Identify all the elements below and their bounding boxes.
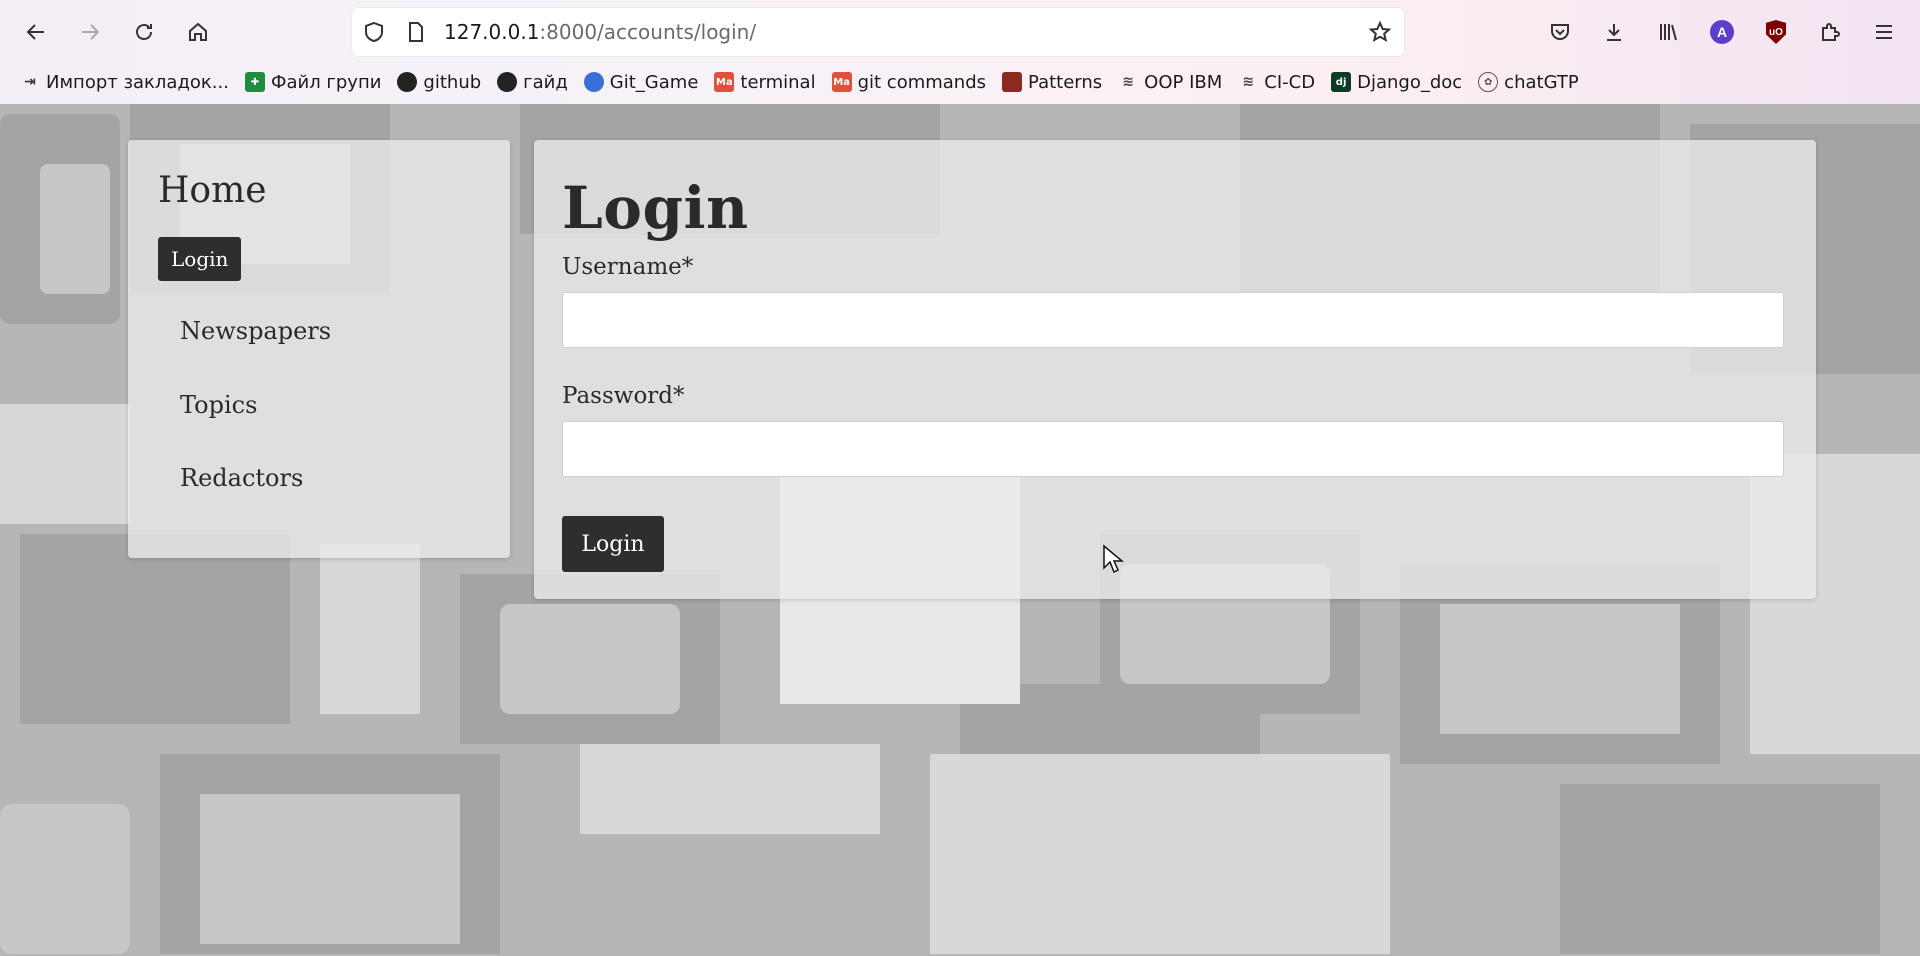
bookmark-label: Django_doc	[1357, 71, 1463, 93]
bookmarks-bar: ⇥ Импорт закладок... ✚ Файл групи github…	[14, 68, 1589, 96]
hamburger-icon	[1876, 25, 1892, 39]
username-input[interactable]	[562, 292, 1784, 348]
sidebar: Home Login Newspapers Topics Redactors	[128, 140, 510, 558]
github-icon	[397, 72, 418, 92]
bookmark-import[interactable]: ⇥ Импорт закладок...	[14, 68, 235, 96]
bookmark-label: Patterns	[1028, 71, 1103, 93]
github-icon	[497, 72, 518, 92]
arrow-right-icon	[82, 24, 100, 40]
username-label: Username*	[562, 254, 694, 280]
reload-button[interactable]	[122, 10, 166, 54]
nav-link-redactors[interactable]: Redactors	[180, 464, 303, 492]
password-label: Password*	[562, 383, 685, 409]
ibm-icon: ≋	[1242, 74, 1255, 90]
bookmark-label: OOP IBM	[1144, 71, 1223, 93]
login-panel: Login Username* Password* Login	[534, 140, 1816, 599]
page-title: Login	[562, 174, 749, 242]
ma-icon: Ma	[714, 72, 735, 92]
menu-button[interactable]	[1862, 10, 1906, 54]
shield-icon[interactable]	[362, 20, 386, 44]
library-button[interactable]	[1646, 10, 1690, 54]
browser-chrome: 127.0.0.1:8000/accounts/login/ A uO ⇥ Им…	[0, 0, 1920, 105]
bookmark-label: chatGTP	[1504, 71, 1579, 93]
bookmark-oop-ibm[interactable]: ≋ OOP IBM	[1112, 68, 1228, 96]
ublock-icon: uO	[1766, 20, 1786, 44]
account-button[interactable]: A	[1700, 10, 1744, 54]
mouse-cursor-icon	[1103, 544, 1124, 574]
back-button[interactable]	[14, 10, 58, 54]
openai-icon: ✿	[1478, 72, 1499, 92]
page-viewport: Home Login Newspapers Topics Redactors L…	[0, 104, 1920, 956]
bookmark-label: гайд	[523, 71, 568, 93]
download-icon	[1607, 24, 1621, 41]
git-game-icon	[583, 72, 604, 92]
patterns-icon	[1002, 72, 1023, 92]
bookmark-label: terminal	[740, 71, 816, 93]
url-path: :8000/accounts/login/	[539, 20, 757, 44]
forward-button[interactable]	[68, 10, 112, 54]
pocket-button[interactable]	[1538, 10, 1582, 54]
arrow-left-icon	[26, 24, 44, 40]
reload-icon	[136, 24, 152, 40]
password-input[interactable]	[562, 421, 1784, 477]
bookmark-label: CI-CD	[1264, 71, 1316, 93]
bookmark-ci-cd[interactable]: ≋ CI-CD	[1232, 68, 1321, 96]
bookmark-file-group[interactable]: ✚ Файл групи	[239, 68, 387, 96]
login-submit-button[interactable]: Login	[562, 516, 664, 572]
bookmark-label: github	[423, 71, 482, 93]
bookmark-git-game[interactable]: Git_Game	[578, 68, 705, 96]
nav-login-button[interactable]: Login	[158, 237, 242, 281]
extensions-button[interactable]	[1808, 10, 1852, 54]
star-icon[interactable]	[1368, 20, 1392, 44]
page-icon[interactable]	[404, 20, 428, 44]
library-icon	[1660, 24, 1677, 41]
url-text[interactable]: 127.0.0.1:8000/accounts/login/	[444, 20, 756, 44]
downloads-button[interactable]	[1592, 10, 1636, 54]
nav-link-topics[interactable]: Topics	[180, 391, 257, 419]
sheets-icon: ✚	[244, 72, 265, 92]
bookmark-label: git commands	[857, 71, 987, 93]
bookmark-label: Импорт закладок...	[46, 71, 229, 93]
avatar: A	[1710, 20, 1734, 44]
bookmark-chatgpt[interactable]: ✿ chatGTP	[1472, 68, 1585, 96]
bookmark-guide[interactable]: гайд	[491, 68, 574, 96]
nav-link-newspapers[interactable]: Newspapers	[180, 317, 331, 345]
puzzle-icon	[1822, 23, 1840, 41]
home-button[interactable]	[176, 10, 220, 54]
bookmark-django-doc[interactable]: dj Django_doc	[1325, 68, 1468, 96]
url-host: 127.0.0.1	[444, 20, 540, 44]
address-bar[interactable]: 127.0.0.1:8000/accounts/login/	[352, 8, 1404, 56]
ibm-icon: ≋	[1122, 74, 1135, 90]
ma-icon: Ma	[831, 72, 852, 92]
bookmark-patterns[interactable]: Patterns	[996, 68, 1108, 96]
django-icon: dj	[1331, 72, 1352, 92]
nav-home-link[interactable]: Home	[158, 170, 267, 211]
bookmark-git-commands[interactable]: Ma git commands	[826, 68, 992, 96]
bookmark-label: Файл групи	[270, 71, 382, 93]
import-icon: ⇥	[24, 74, 36, 90]
home-icon	[189, 22, 207, 41]
bookmark-terminal[interactable]: Ma terminal	[708, 68, 821, 96]
bookmark-label: Git_Game	[609, 71, 699, 93]
ublock-button[interactable]: uO	[1754, 10, 1798, 54]
bookmark-github[interactable]: github	[391, 68, 487, 96]
pocket-icon	[1551, 24, 1569, 40]
